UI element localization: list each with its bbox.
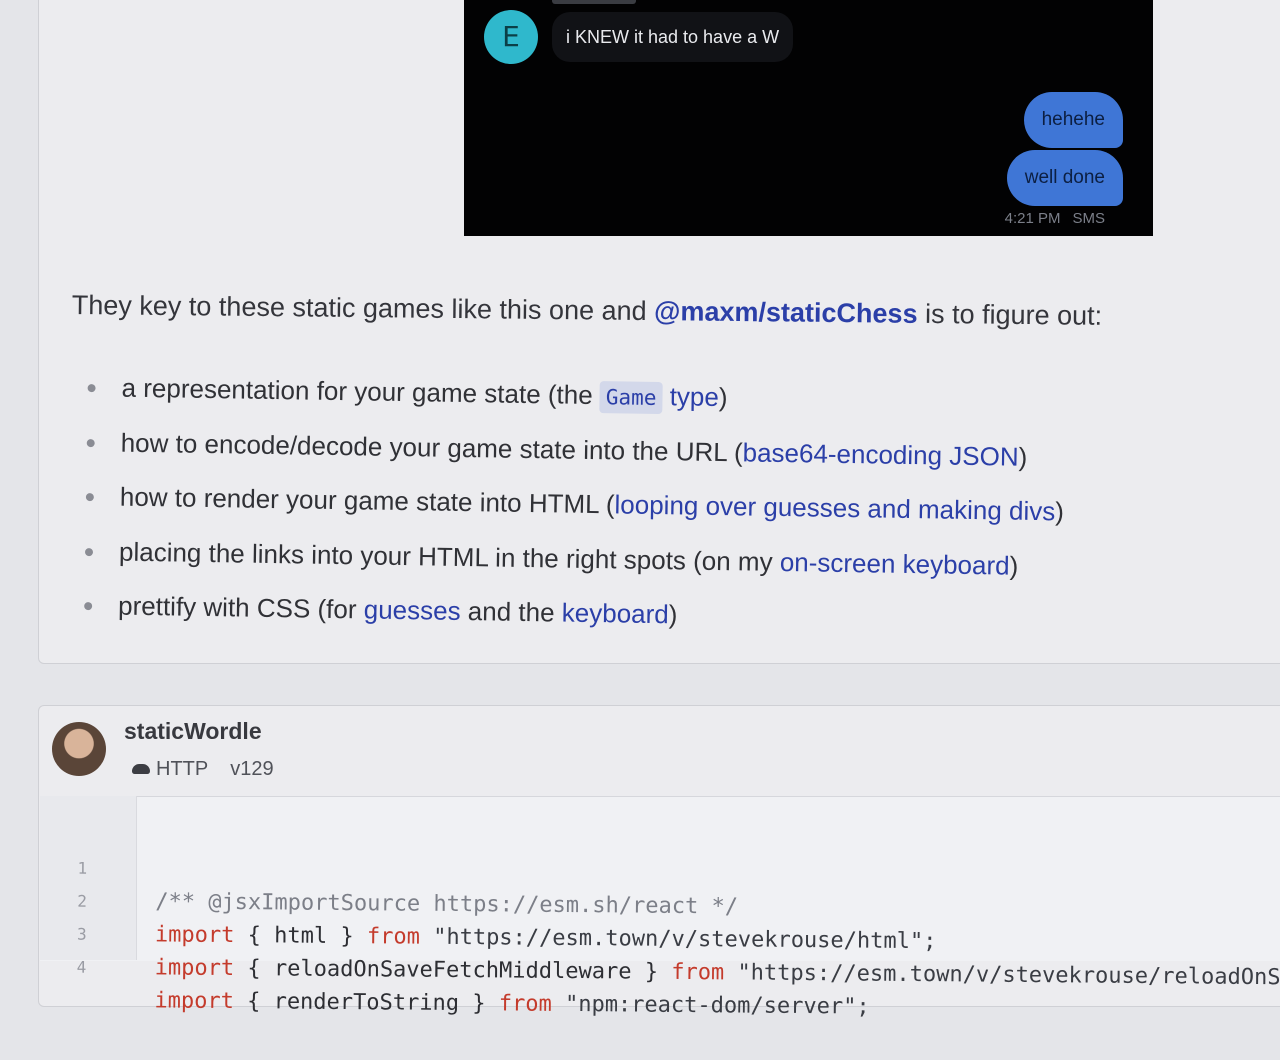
val-version[interactable]: v129	[230, 758, 273, 780]
keyboard-link[interactable]: on-screen keyboard	[780, 546, 1010, 580]
sms-screenshot: E i KNEW it had to have a W hehehe well …	[464, 0, 1153, 236]
keyboard-css-link[interactable]: keyboard	[562, 598, 669, 630]
type-link[interactable]: type	[669, 381, 719, 412]
bullet-text-end: )	[668, 599, 678, 630]
sms-channel: SMS	[1072, 210, 1105, 227]
code-lines: 1 /** @jsxImportSource https://esm.sh/re…	[0, 818, 1280, 1020]
intro-text-end: is to figure out:	[917, 298, 1103, 331]
outgoing-message: well done	[1006, 150, 1123, 206]
val-type: HTTP	[156, 758, 209, 780]
line-number: 4	[76, 957, 87, 977]
sender-avatar: E	[484, 10, 538, 64]
outgoing-message: hehehe	[1023, 92, 1123, 148]
base64-link[interactable]: base64-encoding JSON	[742, 437, 1018, 471]
bullet-text: a representation for your game state (th…	[121, 372, 601, 411]
static-chess-link[interactable]: @maxm/staticChess	[654, 296, 918, 329]
bullet-text: placing the links into your HTML in the …	[118, 536, 781, 577]
intro-text: They key to these static games like this…	[71, 290, 655, 327]
code-keyword: from	[671, 959, 725, 986]
val-meta: HTTP v129	[132, 758, 274, 781]
code-string: "https://esm.town/v/stevekrouse/reloadOn…	[724, 960, 1280, 991]
code-string: "npm:react-dom/server";	[551, 991, 870, 1020]
bullet-text-end: )	[1018, 441, 1028, 472]
looping-link[interactable]: looping over guesses and making divs	[614, 489, 1055, 526]
code-keyword: from	[498, 991, 552, 1017]
game-code-link[interactable]: Game	[599, 381, 663, 415]
bullet-text: how to render your game state into HTML …	[119, 481, 615, 520]
sms-time: 4:21 PM	[1004, 210, 1061, 227]
bullet-text-end: )	[718, 381, 728, 413]
sms-top-edge	[552, 0, 636, 4]
readme-bullet-list: a representation for your game state (th…	[80, 362, 1234, 653]
guesses-link[interactable]: guesses	[364, 594, 461, 626]
sms-meta: 4:21 PM SMS	[993, 210, 1105, 227]
bullet-text: prettify with CSS (for	[117, 590, 365, 625]
cloud-icon	[132, 764, 150, 774]
incoming-message: i KNEW it had to have a W	[552, 12, 794, 62]
bullet-text-mid: and the	[460, 595, 563, 628]
code-body: { reloadOnSaveFetchMiddleware }	[234, 956, 672, 985]
code-keyword: import	[154, 988, 235, 1015]
author-avatar[interactable]	[52, 722, 106, 776]
code-text: import { renderToString } from "npm:reac…	[154, 984, 870, 1023]
code-body: { renderToString }	[233, 989, 499, 1017]
bullet-text: how to encode/decode your game state int…	[120, 427, 743, 467]
bullet-text-end: )	[1009, 550, 1019, 581]
bullet-text-end: )	[1055, 496, 1065, 527]
code-keyword: import	[154, 955, 235, 982]
val-name-link[interactable]: staticWordle	[124, 718, 262, 745]
